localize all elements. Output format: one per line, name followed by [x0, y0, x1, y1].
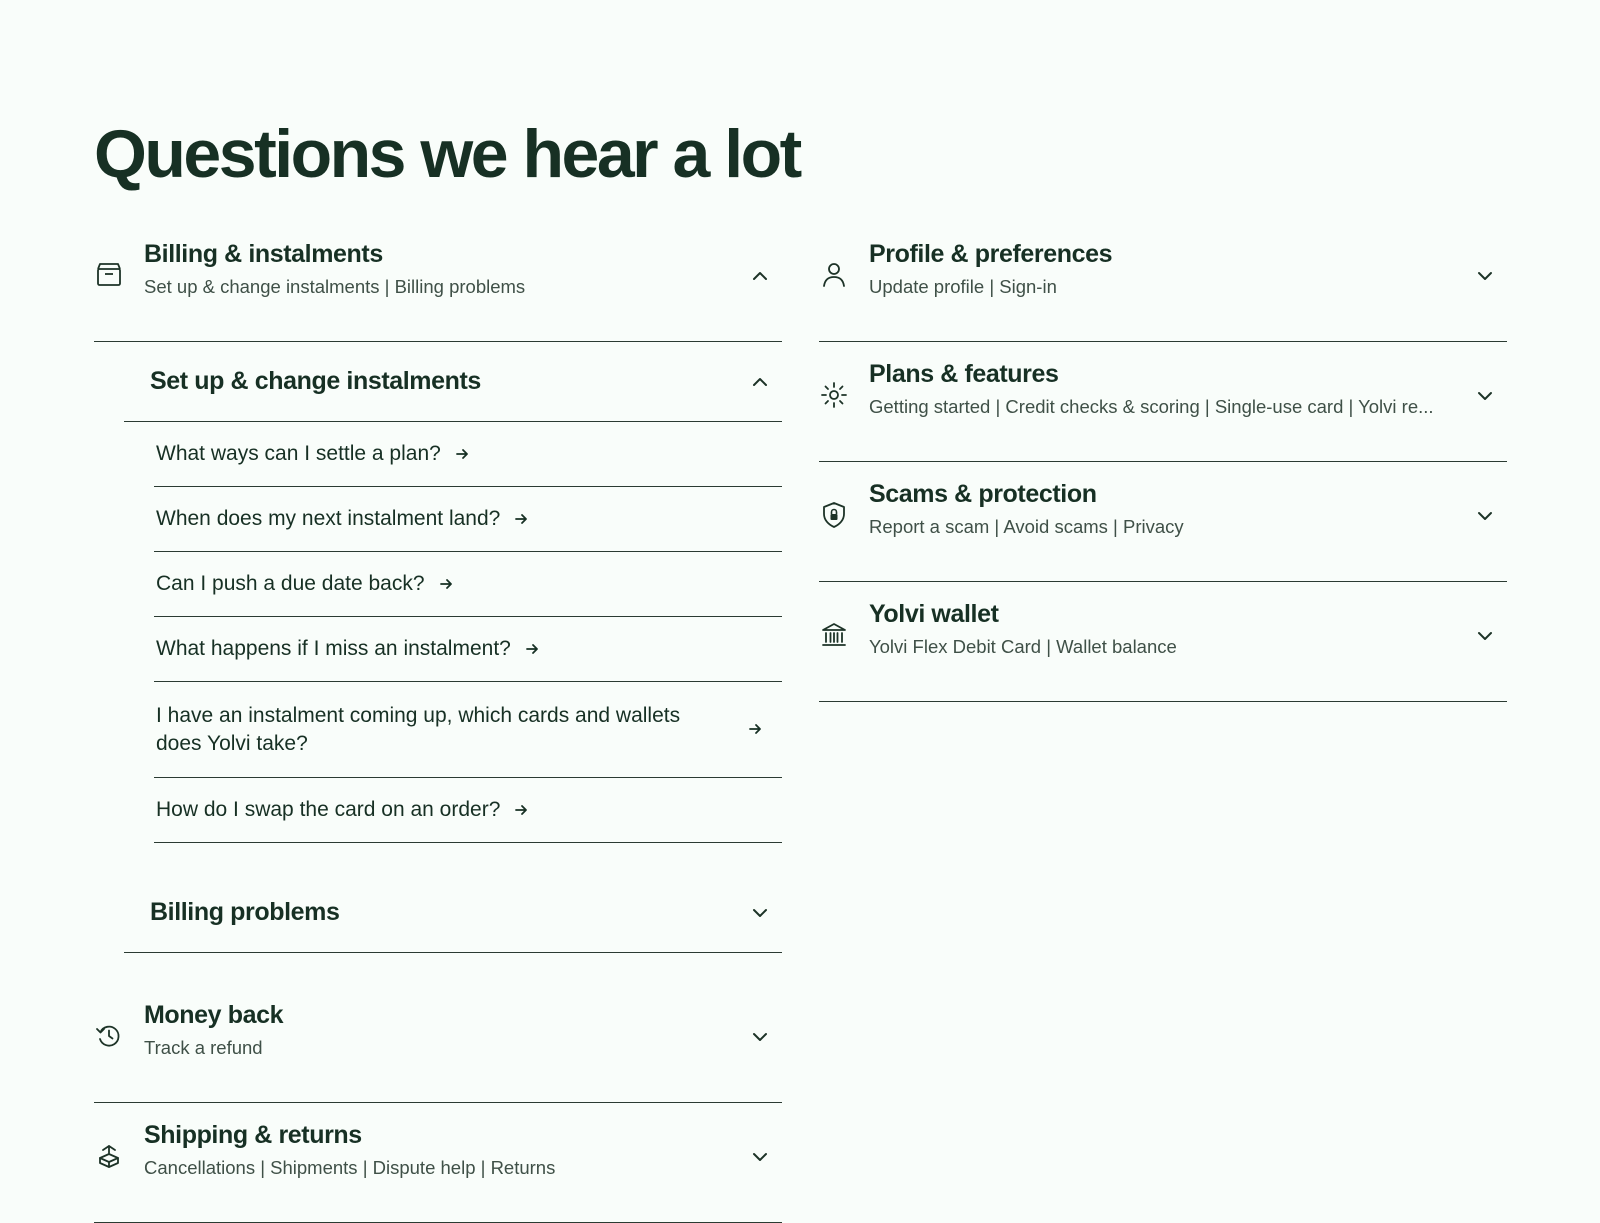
sparkle-icon — [819, 380, 849, 410]
chevron-down-icon[interactable] — [750, 1027, 770, 1047]
arrow-right-icon — [514, 803, 528, 817]
arrow-right-icon — [455, 447, 469, 461]
chevron-up-icon[interactable] — [750, 372, 770, 392]
category-title: Money back — [144, 1001, 284, 1029]
category-title: Shipping & returns — [144, 1121, 362, 1149]
page-title: Questions we hear a lot — [94, 116, 802, 192]
faq-column-right: Profile & preferences Update profile | S… — [819, 222, 1507, 702]
question-link[interactable]: How do I swap the card on an order? — [154, 778, 782, 843]
subcategory-title: Set up & change instalments — [150, 367, 481, 395]
chevron-up-icon[interactable] — [750, 266, 770, 286]
billing-subcategories: Set up & change instalments What ways ca… — [124, 342, 782, 953]
arrow-right-icon — [439, 577, 453, 591]
chevron-down-icon[interactable] — [750, 1147, 770, 1167]
chevron-down-icon[interactable] — [1475, 266, 1495, 286]
question-link[interactable]: What ways can I settle a plan? — [154, 422, 782, 487]
question-link[interactable]: I have an instalment coming up, which ca… — [154, 682, 782, 778]
category-shipping-returns[interactable]: Shipping & returns Cancellations | Shipm… — [94, 1103, 782, 1223]
category-subtitle: Track a refund — [144, 1036, 263, 1058]
question-text: What happens if I miss an instalment? — [156, 637, 511, 661]
category-subtitle: Cancellations | Shipments | Dispute help… — [144, 1156, 556, 1178]
category-money-back[interactable]: Money back Track a refund — [94, 983, 782, 1103]
category-title: Yolvi wallet — [869, 600, 999, 628]
category-subtitle: Update profile | Sign-in — [869, 275, 1057, 297]
category-title: Plans & features — [869, 360, 1059, 388]
category-title: Profile & preferences — [869, 240, 1113, 268]
faq-column-left: Billing & instalments Set up & change in… — [94, 222, 782, 1223]
arrow-right-icon — [514, 512, 528, 526]
subcategory-billing-problems[interactable]: Billing problems — [124, 873, 782, 953]
question-link[interactable]: Can I push a due date back? — [154, 552, 782, 617]
category-subtitle: Report a scam | Avoid scams | Privacy — [869, 515, 1184, 537]
question-text: How do I swap the card on an order? — [156, 798, 501, 822]
arrow-right-icon — [525, 642, 539, 656]
category-title: Scams & protection — [869, 480, 1097, 508]
chevron-down-icon[interactable] — [1475, 386, 1495, 406]
category-profile-preferences[interactable]: Profile & preferences Update profile | S… — [819, 222, 1507, 342]
category-billing-instalments[interactable]: Billing & instalments Set up & change in… — [94, 222, 782, 342]
bank-icon — [819, 620, 849, 650]
category-yolvi-wallet[interactable]: Yolvi wallet Yolvi Flex Debit Card | Wal… — [819, 582, 1507, 702]
chevron-down-icon[interactable] — [750, 903, 770, 923]
category-subtitle: Yolvi Flex Debit Card | Wallet balance — [869, 635, 1177, 657]
category-subtitle: Set up & change instalments | Billing pr… — [144, 275, 526, 297]
refund-clock-icon — [94, 1021, 124, 1051]
shield-lock-icon — [819, 500, 849, 530]
wallet-icon — [94, 260, 124, 290]
question-text: I have an instalment coming up, which ca… — [156, 704, 681, 755]
question-text: When does my next instalment land? — [156, 507, 501, 531]
subcategory-title: Billing problems — [150, 898, 340, 926]
question-text: Can I push a due date back? — [156, 572, 425, 596]
category-plans-features[interactable]: Plans & features Getting started | Credi… — [819, 342, 1507, 462]
question-list: What ways can I settle a plan? When does… — [154, 422, 782, 843]
question-link[interactable]: What happens if I miss an instalment? — [154, 617, 782, 682]
category-title: Billing & instalments — [144, 240, 383, 268]
chevron-down-icon[interactable] — [1475, 506, 1495, 526]
question-text: What ways can I settle a plan? — [156, 442, 441, 466]
user-icon — [819, 260, 849, 290]
subcategory-setup-change-instalments[interactable]: Set up & change instalments — [124, 342, 782, 422]
chevron-down-icon[interactable] — [1475, 626, 1495, 646]
category-subtitle: Getting started | Credit checks & scorin… — [869, 395, 1434, 417]
package-icon — [94, 1141, 124, 1171]
arrow-right-icon — [748, 722, 762, 736]
category-scams-protection[interactable]: Scams & protection Report a scam | Avoid… — [819, 462, 1507, 582]
question-link[interactable]: When does my next instalment land? — [154, 487, 782, 552]
